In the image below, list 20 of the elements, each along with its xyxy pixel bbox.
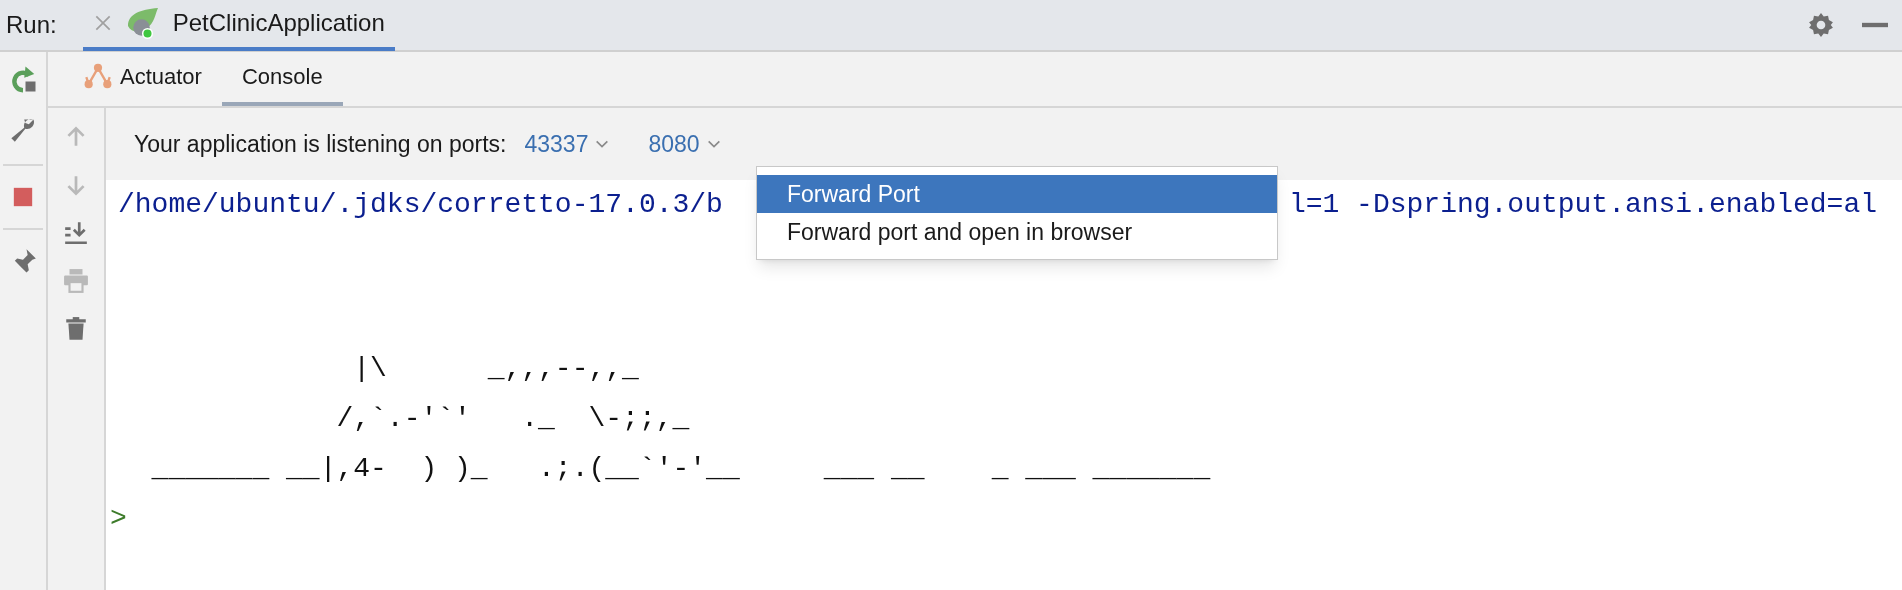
- console-line: /home/ubuntu/.jdks/corretto-17.0.3/b: [118, 188, 723, 222]
- menu-item[interactable]: Forward Port: [757, 175, 1277, 213]
- prompt: >: [109, 502, 127, 536]
- stop-icon[interactable]: [12, 186, 34, 208]
- menu-item[interactable]: Forward port and open in browser: [757, 213, 1277, 251]
- tool-tab[interactable]: Console: [221, 50, 343, 106]
- nodes-icon: [84, 62, 112, 90]
- ports-label: Your application is listening on ports:: [134, 129, 507, 159]
- settings-icon[interactable]: [1808, 12, 1834, 38]
- banner-line: /,`.-'`' ._ \-;;,_: [335, 402, 690, 436]
- run-label: Run:: [6, 10, 57, 40]
- scroll-to-end-icon[interactable]: [63, 220, 89, 246]
- console-line: l=1 -Dspring.output.ansi.enabled=al: [1288, 188, 1877, 222]
- run-tab[interactable]: PetClinicApplication: [82, 0, 395, 51]
- trash-icon[interactable]: [63, 316, 89, 342]
- banner-line: |\ _,,,--,,_: [352, 352, 639, 386]
- port-dropdown[interactable]: 43337: [524, 126, 611, 162]
- tool-tab[interactable]: Actuator: [64, 50, 222, 106]
- port-dropdown[interactable]: 8080: [648, 126, 722, 162]
- banner-line: _______ __|,4- ) )_ .;.(__`'-'__ ___ __ _ ___ _______: [150, 452, 1211, 486]
